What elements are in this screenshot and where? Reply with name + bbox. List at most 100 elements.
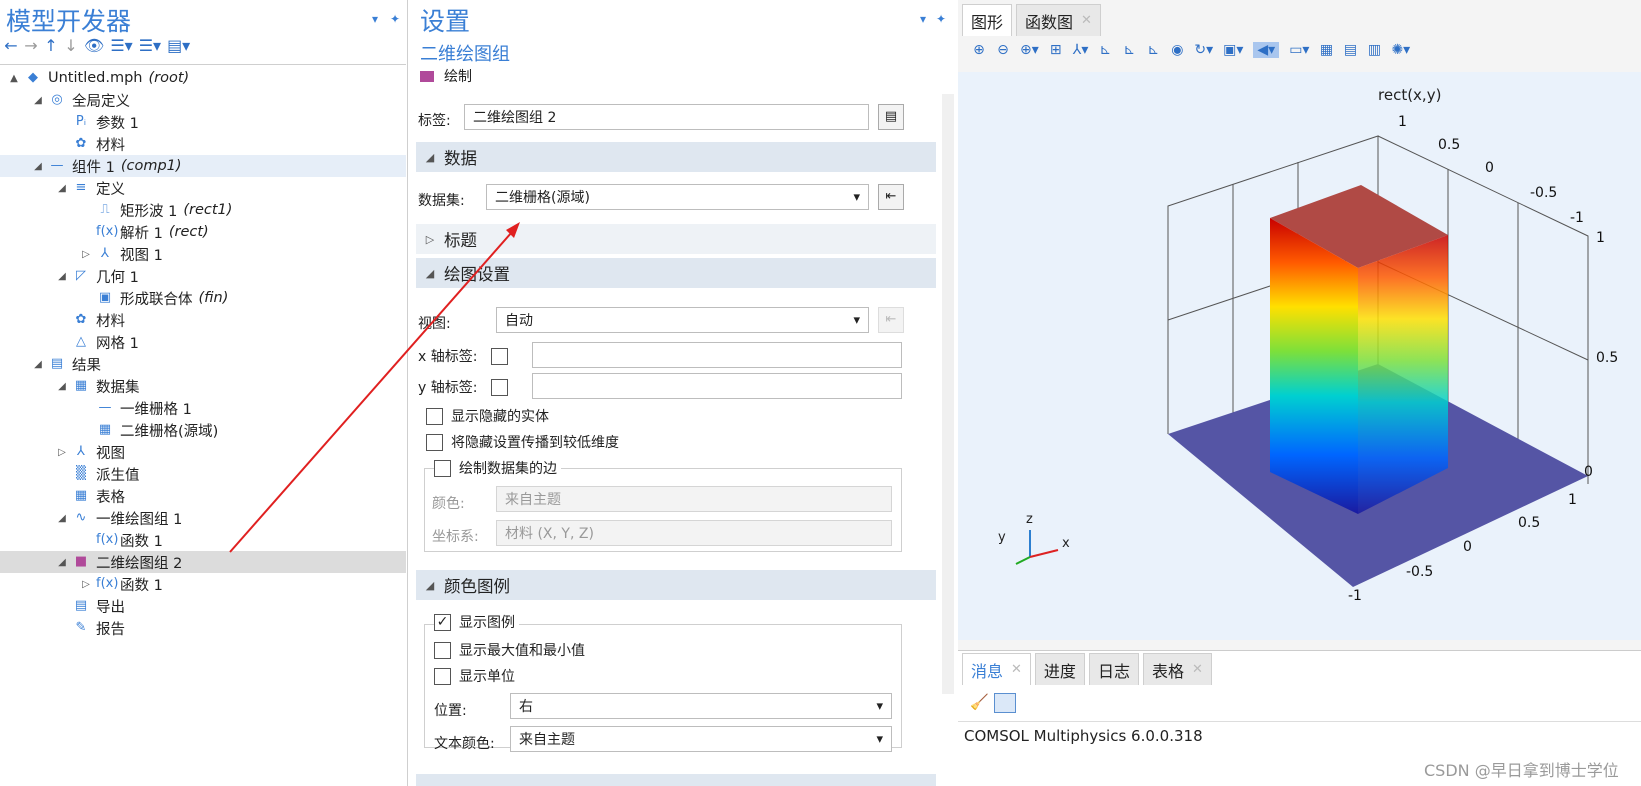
tree-item[interactable]: ◢ ■ 二维绘图组 2: [0, 551, 406, 573]
tree-item[interactable]: ◢ ≡ 定义: [0, 177, 406, 199]
render-icon[interactable]: ✺▾: [1391, 42, 1410, 58]
tab-function-plot[interactable]: 函数图 ✕: [1016, 4, 1101, 36]
dataset-goto-icon[interactable]: ⇤: [878, 184, 904, 210]
section-data[interactable]: ◢ 数据: [416, 142, 936, 172]
settings-menu-icon[interactable]: ▾: [920, 12, 926, 26]
tab-messages[interactable]: 消息 ✕: [962, 653, 1031, 685]
plot-button[interactable]: 绘制: [420, 66, 472, 86]
tree-item[interactable]: ⎍ 矩形波 1 (rect1): [0, 199, 406, 221]
dataset-select[interactable]: 二维栅格(源域): [486, 184, 869, 210]
view-xz-icon[interactable]: ⊾: [1146, 42, 1160, 58]
tree-item[interactable]: ◢ ◎ 全局定义: [0, 89, 406, 111]
move-down-icon[interactable]: ↓: [64, 36, 78, 55]
ylabel-checkbox[interactable]: [491, 378, 509, 396]
view-select[interactable]: 自动: [496, 307, 869, 333]
tree-expander-icon[interactable]: ◢: [56, 557, 68, 568]
view-xy-icon[interactable]: ⊾: [1098, 42, 1112, 58]
tree-item[interactable]: ◢ ▤ 结果: [0, 353, 406, 375]
light-icon[interactable]: ◀▾: [1253, 42, 1280, 58]
tree-expander-icon[interactable]: ◢: [56, 381, 68, 392]
section-color-legend[interactable]: ◢ 颜色图例: [416, 570, 936, 600]
show-legend-row[interactable]: ✓ 显示图例: [434, 612, 519, 632]
tree-item[interactable]: △ 网格 1: [0, 331, 406, 353]
tree-item[interactable]: ▷ ⅄ 视图 1: [0, 243, 406, 265]
tree-item[interactable]: ◢ ◸ 几何 1: [0, 265, 406, 287]
graphics-canvas[interactable]: rect(x,y) 1 0.5 0 -0.5 -1 1 0.5 0 1 0.5 …: [958, 72, 1641, 640]
tab-progress[interactable]: 进度: [1034, 653, 1085, 685]
propagate-row[interactable]: 将隐藏设置传播到较低维度: [426, 432, 619, 452]
label-input[interactable]: 二维绘图组 2: [464, 104, 869, 130]
clear-icon[interactable]: 🧹: [970, 693, 989, 711]
show-units-row[interactable]: 显示单位: [434, 666, 515, 686]
tree-expander-icon[interactable]: ▷: [80, 249, 92, 260]
show-minmax-checkbox[interactable]: [434, 641, 451, 659]
settings-scrollbar[interactable]: [942, 94, 954, 694]
back-icon[interactable]: ←: [4, 36, 18, 55]
panel-menu-icon[interactable]: ▾: [372, 12, 378, 26]
tree-item[interactable]: f(x) 解析 1 (rect): [0, 221, 406, 243]
xlabel-input[interactable]: [532, 342, 902, 368]
tree-expander-icon[interactable]: ◢: [56, 271, 68, 282]
collapse-icon[interactable]: ☰▾: [139, 36, 161, 55]
tree-item[interactable]: ✿ 材料: [0, 309, 406, 331]
tree-item[interactable]: ◢ ∿ 一维绘图组 1: [0, 507, 406, 529]
export-icon[interactable]: [994, 693, 1016, 713]
show-units-checkbox[interactable]: [434, 667, 451, 685]
window-icon[interactable]: ▭▾: [1289, 42, 1309, 58]
tree-item[interactable]: ◢ — 组件 1 (comp1): [0, 155, 406, 177]
move-up-icon[interactable]: ↑: [44, 36, 58, 55]
xlabel-checkbox[interactable]: [491, 347, 509, 365]
forward-icon[interactable]: →: [24, 36, 38, 55]
tree-item[interactable]: Pᵢ 参数 1: [0, 111, 406, 133]
tree-item[interactable]: ▣ 形成联合体 (fin): [0, 287, 406, 309]
section-title[interactable]: ▷ 标题: [416, 224, 936, 254]
zoom-out-icon[interactable]: ⊖: [996, 42, 1010, 58]
tab-graphics[interactable]: 图形: [962, 4, 1013, 36]
tree-item[interactable]: ▦ 二维栅格(源域): [0, 419, 406, 441]
tree-expander-icon[interactable]: ▷: [56, 447, 68, 458]
section-number-format[interactable]: [416, 774, 936, 786]
scene-icon[interactable]: ▥: [1367, 42, 1381, 58]
zoom-extents-icon[interactable]: ⊞: [1049, 42, 1063, 58]
tree-item[interactable]: f(x) 函数 1: [0, 529, 406, 551]
show-hidden-checkbox[interactable]: [426, 407, 443, 425]
pin-icon[interactable]: ✦: [390, 12, 400, 26]
close-icon[interactable]: ✕: [1081, 13, 1092, 28]
tree-item[interactable]: ✎ 报告: [0, 617, 406, 639]
rotate-icon[interactable]: ↻▾: [1194, 42, 1213, 58]
tree-item[interactable]: — 一维栅格 1: [0, 397, 406, 419]
tree-item[interactable]: ▷ f(x) 函数 1: [0, 573, 406, 595]
tree-item[interactable]: ▤ 导出: [0, 595, 406, 617]
select-icon[interactable]: ▣▾: [1223, 42, 1243, 58]
tree-expander-icon[interactable]: ◢: [56, 513, 68, 524]
tree-item[interactable]: ▲ ◆ Untitled.mph (root): [0, 67, 406, 89]
tab-table[interactable]: 表格 ✕: [1142, 653, 1212, 685]
ylabel-input[interactable]: [532, 373, 902, 399]
tree-item[interactable]: ◢ ▦ 数据集: [0, 375, 406, 397]
tree-item[interactable]: ▒ 派生值: [0, 463, 406, 485]
show-icon[interactable]: 👁: [84, 36, 104, 55]
settings-pin-icon[interactable]: ✦: [936, 12, 946, 26]
zoom-box-icon[interactable]: ⊕▾: [1020, 42, 1039, 58]
camera-icon[interactable]: ◉: [1170, 42, 1184, 58]
tree-item[interactable]: ✿ 材料: [0, 133, 406, 155]
expand-icon[interactable]: ☰▾: [110, 36, 132, 55]
label-edit-icon[interactable]: ▤: [878, 104, 904, 130]
section-plot-settings[interactable]: ◢ 绘图设置: [416, 258, 936, 288]
textcolor-select[interactable]: 来自主题: [510, 726, 892, 752]
tree-expander-icon[interactable]: ◢: [32, 161, 44, 172]
draw-edges-checkbox[interactable]: [434, 459, 451, 477]
tab-log[interactable]: 日志: [1088, 653, 1139, 685]
tree-item[interactable]: ▦ 表格: [0, 485, 406, 507]
tree-expander-icon[interactable]: ▷: [80, 579, 92, 590]
draw-edges-row[interactable]: 绘制数据集的边: [434, 458, 561, 478]
view-yz-icon[interactable]: ⊾: [1122, 42, 1136, 58]
tree-expander-icon[interactable]: ◢: [56, 183, 68, 194]
tree-item[interactable]: ▷ ⅄ 视图: [0, 441, 406, 463]
show-hidden-row[interactable]: 显示隐藏的实体: [426, 406, 549, 426]
show-minmax-row[interactable]: 显示最大值和最小值: [434, 640, 585, 660]
layout-icon[interactable]: ▤: [1343, 42, 1357, 58]
zoom-in-icon[interactable]: ⊕: [972, 42, 986, 58]
position-select[interactable]: 右: [510, 693, 892, 719]
axis-icon[interactable]: ⅄▾: [1073, 42, 1089, 58]
